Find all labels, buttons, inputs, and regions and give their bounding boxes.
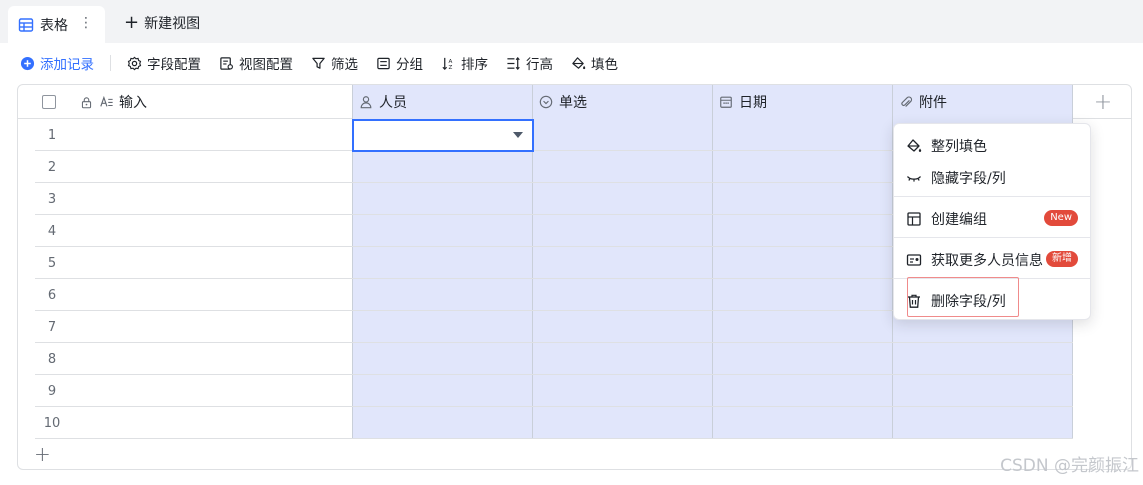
single-select-icon — [539, 95, 553, 109]
column-header-attachment[interactable]: 附件 — [893, 85, 1073, 119]
layout-group-icon — [907, 212, 921, 226]
svg-text:A: A — [449, 59, 453, 65]
filter-button[interactable]: 筛选 — [311, 53, 358, 73]
column-label-date: 日期 — [739, 95, 767, 111]
select-all-checkbox[interactable] — [42, 95, 56, 109]
menu-item-hide-field[interactable]: 隐藏字段/列 — [906, 168, 1006, 188]
lock-icon — [81, 96, 92, 108]
menu-label-hide-field: 隐藏字段/列 — [931, 171, 1006, 187]
column-label-input: 输入 — [119, 95, 147, 111]
attachment-icon — [901, 96, 913, 107]
table-row[interactable] — [35, 343, 1073, 375]
row-number: 7 — [47, 320, 57, 335]
grid-header: 输入 人员 单选 日期 附件 + — [18, 85, 1131, 119]
row-height-label: 行高 — [526, 57, 553, 73]
dropdown-caret-icon[interactable] — [513, 132, 523, 138]
tab-more-icon[interactable]: ⋮ — [79, 15, 93, 31]
paint-bucket-icon — [572, 56, 586, 69]
add-circle-icon — [20, 56, 35, 70]
row-number: 6 — [47, 288, 57, 303]
new-view-button[interactable]: + 新建视图 — [124, 13, 200, 33]
row-number: 8 — [47, 352, 57, 367]
field-config-button[interactable]: 字段配置 — [127, 53, 201, 73]
row-number: 9 — [47, 384, 57, 399]
eye-closed-icon — [906, 176, 922, 182]
tab-table-view[interactable]: 表格 ⋮ — [8, 6, 105, 43]
field-config-label: 字段配置 — [147, 57, 201, 73]
toolbar-divider — [110, 55, 111, 71]
column-header-single-select[interactable]: 单选 — [533, 85, 713, 119]
row-number: 1 — [47, 128, 57, 143]
column-context-menu: 整列填色 隐藏字段/列 创建编组 New 获取更多人员信息 新增 删除字段/列 — [893, 123, 1091, 320]
filter-icon — [312, 57, 325, 69]
column-header-date[interactable]: 日期 — [713, 85, 893, 119]
table-row[interactable] — [35, 375, 1073, 407]
view-config-label: 视图配置 — [239, 57, 293, 73]
new-badge: New — [1044, 210, 1078, 226]
column-label-single-select: 单选 — [559, 95, 587, 111]
view-config-icon — [220, 56, 233, 70]
add-row-button[interactable]: + — [34, 443, 51, 465]
add-column-button[interactable]: + — [1073, 85, 1131, 119]
row-number: 4 — [47, 224, 57, 239]
table-row[interactable] — [35, 407, 1073, 439]
add-record-button[interactable]: 添加记录 — [20, 53, 94, 73]
text-field-icon — [100, 95, 113, 107]
group-button[interactable]: 分组 — [376, 53, 423, 73]
menu-label-create-group: 创建编组 — [931, 212, 987, 228]
person-icon — [360, 96, 372, 109]
plus-icon: + — [124, 12, 140, 33]
add-record-label: 添加记录 — [40, 57, 94, 73]
menu-divider — [894, 196, 1090, 197]
menu-label-fill-column: 整列填色 — [931, 139, 987, 155]
column-header-person[interactable]: 人员 — [353, 85, 533, 119]
menu-label-more-person-info: 获取更多人员信息 — [931, 253, 1043, 269]
column-label-person: 人员 — [379, 95, 407, 111]
view-config-button[interactable]: 视图配置 — [219, 53, 293, 73]
column-label-attachment: 附件 — [919, 95, 947, 111]
sort-label: 排序 — [461, 57, 488, 73]
gear-icon — [127, 56, 142, 70]
group-label: 分组 — [396, 57, 423, 73]
calendar-icon — [720, 96, 732, 108]
watermark: CSDN @完颜振江 — [1000, 456, 1139, 476]
row-number: 2 — [47, 160, 57, 175]
group-icon — [377, 57, 390, 69]
new-added-badge: 新增 — [1046, 251, 1078, 267]
menu-item-fill-column[interactable]: 整列填色 — [906, 136, 987, 156]
view-tab-bar: 表格 ⋮ + 新建视图 — [0, 0, 1143, 43]
row-height-button[interactable]: 行高 — [506, 53, 553, 73]
table-icon — [18, 17, 34, 32]
row-number: 3 — [47, 192, 57, 207]
svg-text:Z: Z — [449, 65, 453, 71]
toolbar: 添加记录 字段配置 视图配置 筛选 分组 A Z 排序 行高 填色 — [20, 52, 636, 74]
row-height-icon — [507, 56, 520, 70]
filter-label: 筛选 — [331, 57, 358, 73]
column-header-input[interactable]: 输入 — [80, 85, 147, 119]
fill-color-button[interactable]: 填色 — [571, 53, 618, 73]
row-number: 10 — [43, 416, 61, 431]
menu-item-more-person-info[interactable]: 获取更多人员信息 — [906, 250, 1043, 270]
fill-color-label: 填色 — [591, 57, 618, 73]
id-card-icon — [906, 254, 922, 266]
highlight-annotation-box — [907, 277, 1019, 317]
menu-item-create-group[interactable]: 创建编组 — [906, 209, 987, 229]
paint-bucket-icon — [907, 139, 922, 152]
new-view-label: 新建视图 — [144, 16, 201, 32]
menu-divider — [894, 237, 1090, 238]
row-number: 5 — [47, 256, 57, 271]
tab-label: 表格 — [40, 17, 68, 34]
selected-person-cell[interactable] — [352, 119, 534, 152]
sort-icon: A Z — [442, 57, 453, 71]
sort-button[interactable]: A Z 排序 — [441, 53, 488, 73]
